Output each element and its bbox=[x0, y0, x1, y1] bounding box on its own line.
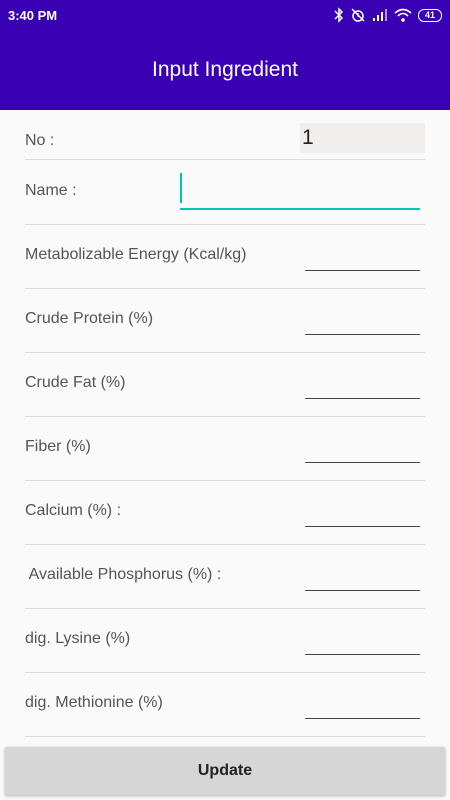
fiber-input[interactable] bbox=[305, 444, 420, 463]
fiber-label: Fiber (%) bbox=[25, 438, 91, 455]
crude-fat-row: Crude Fat (%) bbox=[25, 353, 425, 417]
dig-lysine-label: dig. Lysine (%) bbox=[25, 630, 131, 647]
status-bar: 3:40 PM 41 bbox=[0, 0, 450, 32]
signal-icon bbox=[372, 8, 388, 22]
dig-lysine-input[interactable] bbox=[305, 636, 420, 655]
ingredient-form: No : 1 Name : Metabolizable Energy (Kcal… bbox=[25, 110, 425, 737]
dig-methionine-label: dig. Methionine (%) bbox=[25, 694, 163, 711]
calcium-row: Calcium (%) : bbox=[25, 481, 425, 545]
name-row: Name : bbox=[25, 160, 425, 225]
status-time: 3:40 PM bbox=[8, 8, 58, 23]
crude-fat-label: Crude Fat (%) bbox=[25, 374, 126, 391]
calcium-label: Calcium (%) : bbox=[25, 502, 122, 519]
crude-fat-input[interactable] bbox=[305, 380, 420, 399]
status-icons: 41 bbox=[334, 7, 442, 23]
name-input[interactable] bbox=[180, 179, 420, 210]
available-phosphorus-input[interactable] bbox=[305, 572, 420, 591]
wifi-icon bbox=[394, 8, 412, 22]
available-phosphorus-label: Available Phosphorus (%) : bbox=[25, 566, 222, 583]
crude-protein-row: Crude Protein (%) bbox=[25, 289, 425, 353]
crude-protein-label: Crude Protein (%) bbox=[25, 310, 154, 327]
metabolizable-energy-input[interactable] bbox=[305, 252, 420, 271]
no-row: No : 1 bbox=[25, 110, 425, 160]
alarm-off-icon bbox=[350, 7, 366, 23]
text-caret bbox=[180, 173, 182, 203]
name-label: Name : bbox=[25, 182, 77, 199]
available-phosphorus-row: Available Phosphorus (%) : bbox=[25, 545, 425, 609]
update-button[interactable]: Update bbox=[5, 747, 445, 795]
calcium-input[interactable] bbox=[305, 508, 420, 527]
battery-level: 41 bbox=[424, 10, 435, 20]
fiber-row: Fiber (%) bbox=[25, 417, 425, 481]
metabolizable-energy-label: Metabolizable Energy (Kcal/kg) bbox=[25, 246, 247, 263]
dig-lysine-row: dig. Lysine (%) bbox=[25, 609, 425, 673]
dig-methionine-input[interactable] bbox=[305, 700, 420, 719]
page-title: Input Ingredient bbox=[152, 58, 298, 81]
battery-icon: 41 bbox=[418, 8, 442, 22]
crude-protein-input[interactable] bbox=[305, 316, 420, 335]
no-value: 1 bbox=[300, 123, 425, 153]
app-bar: Input Ingredient bbox=[0, 32, 450, 110]
dig-methionine-row: dig. Methionine (%) bbox=[25, 673, 425, 737]
bluetooth-icon bbox=[334, 7, 344, 23]
metabolizable-energy-row: Metabolizable Energy (Kcal/kg) bbox=[25, 225, 425, 289]
no-label: No : bbox=[25, 132, 55, 149]
